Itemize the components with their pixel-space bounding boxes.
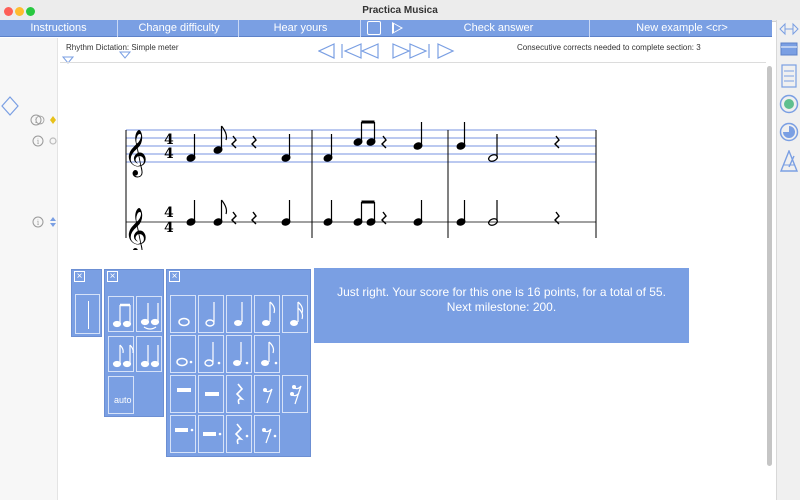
record-icon[interactable] [779,94,799,114]
info-speaker-icon[interactable]: i [30,114,58,128]
palette-close-button[interactable]: × [169,271,180,282]
svg-text:i: i [37,138,40,146]
dotted-half-rest-tool[interactable] [198,415,224,453]
time-sig-top: 4 [164,205,174,221]
dotted-whole-note-tool[interactable] [170,335,196,373]
whole-rest-tool[interactable] [170,375,196,413]
auto-beam-tool[interactable]: auto [108,376,134,414]
quarter-rest-tool[interactable] [226,375,252,413]
prev-icon[interactable] [318,43,335,59]
dotted-quarter-rest-tool[interactable] [226,415,252,453]
tied-quarters-tool[interactable] [136,296,162,332]
treble-clef-icon: 𝄞 [124,208,148,250]
next-icon[interactable] [437,43,455,59]
consecutive-corrects-label: Consecutive corrects needed to complete … [517,43,701,52]
eighth-rest-tool[interactable] [254,375,280,413]
sixteenth-note-tool[interactable] [282,295,308,333]
exercise-dropdown-icon[interactable] [119,51,131,59]
dotted-whole-rest-tool[interactable] [170,415,196,453]
palette-close-button[interactable]: × [107,271,118,282]
vertical-scrollbar[interactable] [765,62,774,500]
dotted-half-note-tool[interactable] [198,335,224,373]
metronome-icon[interactable] [779,150,799,172]
hear-yours-button[interactable]: Hear yours [241,20,361,37]
quarter-note-tool[interactable] [226,295,252,333]
feedback-message: Just right. Your score for this one is 1… [314,268,689,343]
eighth-note-tool[interactable] [254,295,280,333]
half-rest-tool[interactable] [198,375,224,413]
list-icon[interactable] [781,64,797,88]
diamond-icon[interactable] [0,96,20,116]
notes-rests-palette: × [166,269,311,457]
dotted-quarter-note-tool[interactable] [226,335,252,373]
beam-palette: × auto [104,269,164,417]
expand-arrows-icon[interactable] [779,22,799,36]
new-example-button[interactable]: New example <cr> [592,20,772,37]
separate-eighths-tool[interactable] [108,336,134,372]
window-icon[interactable] [780,42,798,56]
last-icon[interactable] [392,43,430,59]
change-difficulty-button[interactable]: Change difficulty [120,20,239,37]
music-score[interactable]: 𝄞 𝄞 4 4 4 4 [118,120,608,250]
barline-palette: × [71,269,102,337]
navigation-arrows [318,43,455,59]
main-toolbar: Instructions Change difficulty Hear your… [0,20,772,37]
time-sig-bottom: 4 [164,146,174,162]
treble-clef-icon: 𝄞 [124,130,148,178]
dotted-eighth-note-tool[interactable] [254,335,280,373]
whole-note-tool[interactable] [170,295,196,333]
dotted-eighth-rest-tool[interactable] [254,415,280,453]
auto-label: auto [114,395,132,405]
palette-close-button[interactable]: × [74,271,85,282]
half-note-tool[interactable] [198,295,224,333]
play-button[interactable] [392,22,403,34]
info-gear-icon[interactable]: i [32,135,58,149]
separate-quarters-tool[interactable] [136,336,162,372]
info-updown-icon[interactable]: i [32,216,58,230]
first-icon[interactable] [341,43,379,59]
time-sig-bottom: 4 [164,220,174,236]
check-answer-button[interactable]: Check answer [408,20,590,37]
barline-tool[interactable] [75,294,100,334]
progress-circle-icon[interactable] [779,122,799,142]
beamed-eighths-tool[interactable] [108,296,134,332]
svg-text:i: i [37,219,40,227]
stop-button[interactable] [367,21,381,35]
sixteenth-rest-tool[interactable] [282,375,308,413]
window-title: Practica Musica [362,5,438,16]
title-bar: Practica Musica [0,0,800,22]
left-gutter: i i i [0,38,58,500]
instructions-button[interactable]: Instructions [0,20,118,37]
scroll-thumb[interactable] [767,66,772,466]
right-sidebar [776,20,800,500]
